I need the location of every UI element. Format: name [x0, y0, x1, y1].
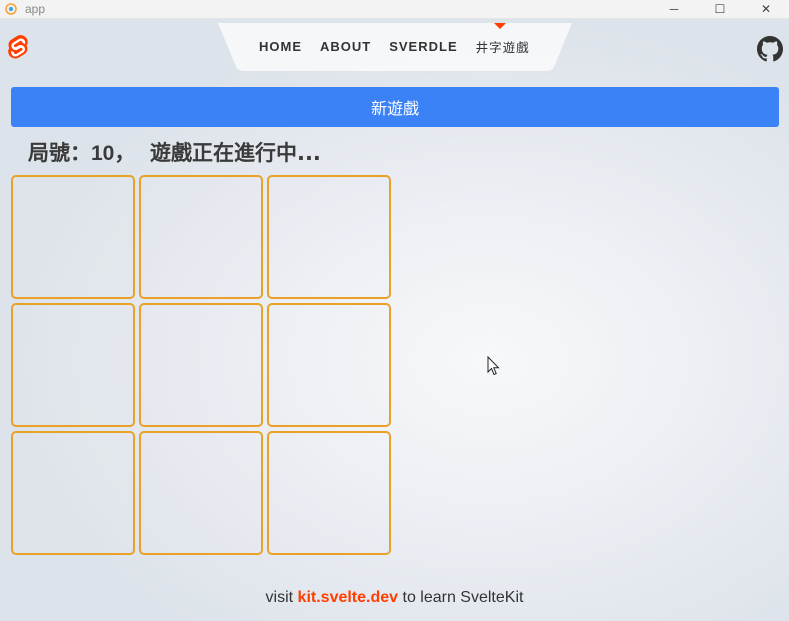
site-header: HOME ABOUT SVERDLE 井字遊戲	[0, 19, 789, 75]
maximize-button[interactable]: ☐	[697, 0, 743, 18]
board-cell-2[interactable]	[139, 175, 263, 299]
main-nav: HOME ABOUT SVERDLE 井字遊戲	[250, 23, 539, 69]
footer-suffix: to learn SvelteKit	[398, 589, 524, 606]
game-status: 局號：10， 遊戲正在進行中...	[28, 137, 321, 167]
window-titlebar: app ─ ☐ ✕	[0, 0, 789, 19]
github-icon[interactable]	[757, 36, 783, 62]
board-cell-8[interactable]	[139, 431, 263, 555]
board-cell-6[interactable]	[267, 303, 391, 427]
board-cell-3[interactable]	[267, 175, 391, 299]
minimize-button[interactable]: ─	[651, 0, 697, 18]
round-number: 10	[91, 142, 115, 165]
tic-tac-toe-board	[11, 175, 395, 559]
nav-home[interactable]: HOME	[250, 39, 311, 54]
footer-prefix: visit	[265, 589, 298, 606]
svelte-app-icon	[5, 3, 17, 15]
nav-tic-tac-toe[interactable]: 井字遊戲	[467, 37, 539, 56]
board-cell-1[interactable]	[11, 175, 135, 299]
nav-sverdle[interactable]: SVERDLE	[380, 39, 466, 54]
footer: visit kit.svelte.dev to learn SvelteKit	[0, 589, 789, 607]
close-button[interactable]: ✕	[743, 0, 789, 18]
board-cell-7[interactable]	[11, 431, 135, 555]
status-text: ， 遊戲正在進行中...	[114, 141, 321, 165]
nav-about[interactable]: ABOUT	[311, 39, 380, 54]
board-cell-9[interactable]	[267, 431, 391, 555]
mouse-cursor-icon	[487, 356, 500, 376]
svelte-logo[interactable]	[7, 32, 31, 62]
footer-link[interactable]: kit.svelte.dev	[298, 589, 399, 606]
round-label: 局號：	[28, 141, 91, 165]
board-cell-4[interactable]	[11, 303, 135, 427]
new-game-button[interactable]: 新遊戲	[11, 87, 779, 127]
window-title: app	[25, 2, 46, 16]
board-cell-5[interactable]	[139, 303, 263, 427]
